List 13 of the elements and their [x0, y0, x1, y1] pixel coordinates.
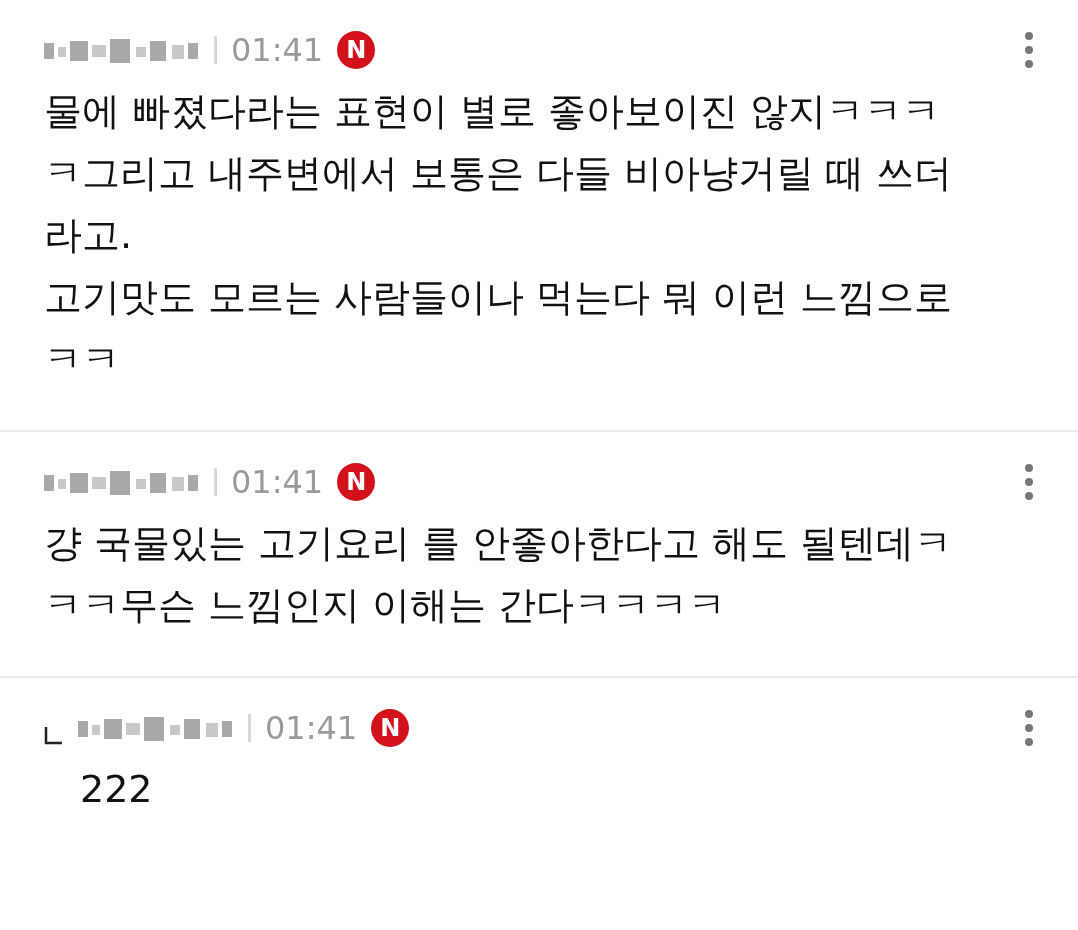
comment-time: 01:41 [265, 709, 358, 747]
comment-time: 01:41 [231, 463, 324, 501]
comment-text: 222 [79, 766, 154, 813]
more-options-icon[interactable] [1024, 709, 1034, 747]
new-badge: N [337, 463, 376, 501]
comment-time: 01:41 [231, 31, 324, 69]
comment-text: 물에 빠졌다라는 표현이 별로 좋아보이진 않지ㅋㅋㅋㅋ그리고 내주변에서 보통은 다들 비아냥거릴 때 쓰더라고. 고기맛도 모르는 사람들이나 먹는다 뭐 이런 느낌으로 ㅋㅋ [44, 88, 954, 383]
more-options-icon[interactable] [1024, 31, 1034, 69]
comment-text: 걍 국물있는 고기요리 를 안좋아한다고 해도 될텐데ㅋㅋㅋ무슨 느낌인지 이해는 간다ㅋㅋㅋㅋ [44, 520, 954, 629]
reply-indicator-icon [44, 725, 64, 745]
new-badge: N [371, 709, 410, 747]
more-options-icon[interactable] [1024, 463, 1034, 501]
new-badge: N [337, 31, 376, 69]
